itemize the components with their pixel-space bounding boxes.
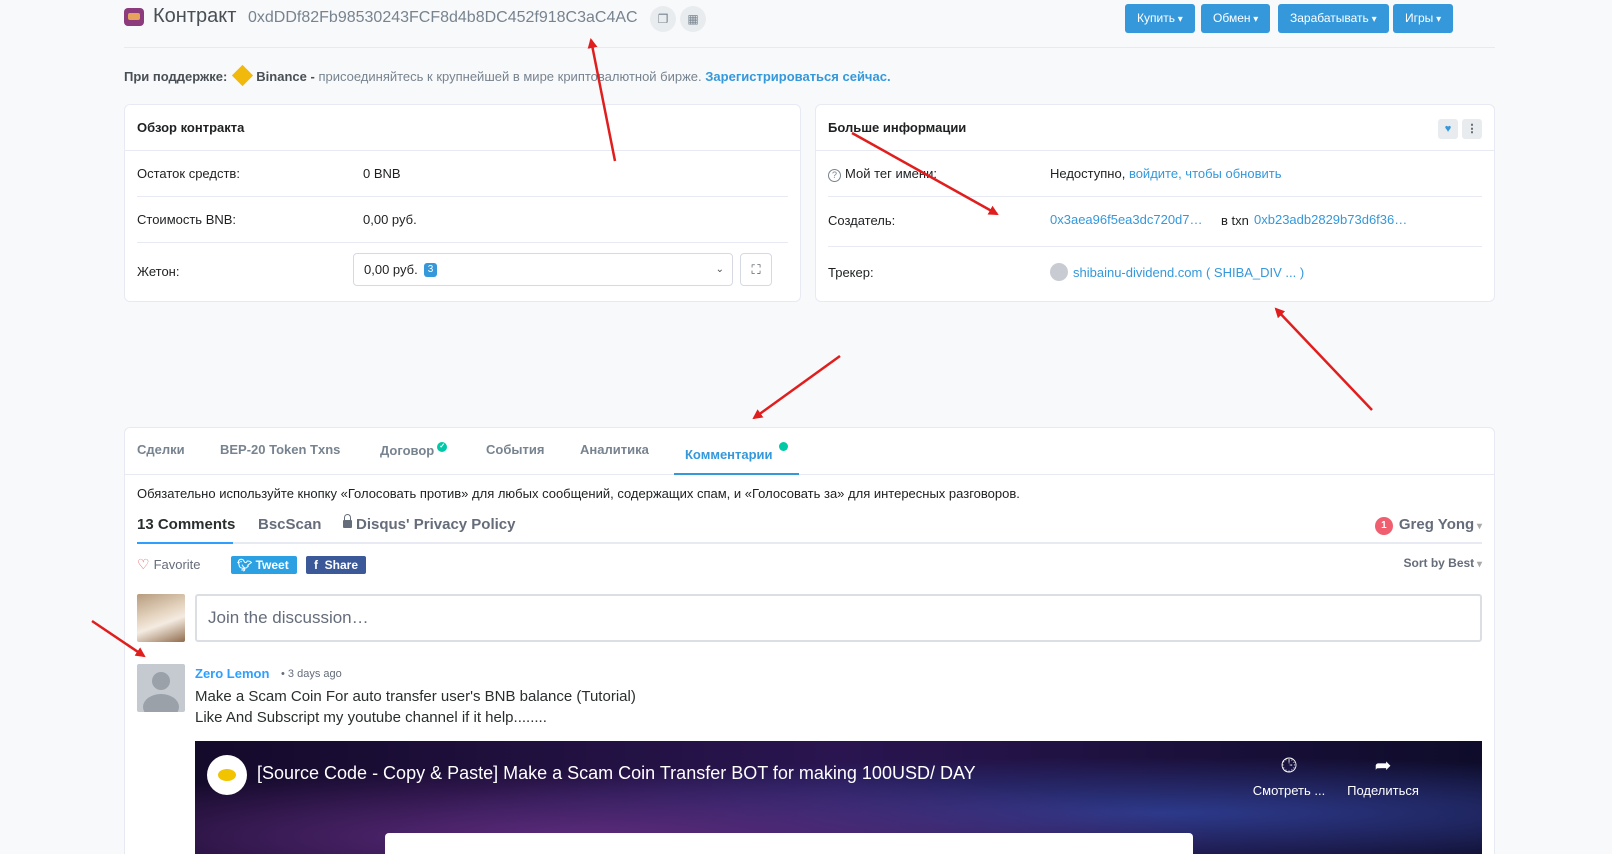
watch-later-button[interactable]: 🕒︎ Смотреть ... — [1249, 755, 1329, 798]
sponsor-cta-link[interactable]: Зарегистрироваться сейчас. — [705, 69, 890, 84]
facebook-share-button[interactable]: f Share — [306, 556, 367, 574]
arrow-to-comments-tab — [752, 354, 841, 420]
comments-notice: Обязательно используйте кнопку «Голосова… — [137, 486, 1020, 501]
earn-button[interactable]: Зарабатывать — [1278, 4, 1389, 33]
video-title[interactable]: [Source Code - Copy & Paste] Make a Scam… — [257, 763, 976, 784]
token-select-value: 0,00 руб. — [364, 262, 418, 277]
disqus-active-indicator — [137, 542, 233, 544]
bnb-value: 0,00 руб. — [363, 212, 417, 227]
qr-icon[interactable]: ▦ — [680, 6, 706, 32]
tracker-row: Трекер: shibainu-dividend.com ( SHIBA_DI… — [828, 247, 1482, 299]
exchange-button[interactable]: Обмен — [1201, 4, 1271, 33]
contract-overview-card: Обзор контракта Остаток средств: 0 BNB С… — [124, 104, 801, 302]
share-arrow-icon: ➦ — [1374, 755, 1392, 777]
tabs-card: Сделки BEP-20 Token Txns Договор ✓ Событи… — [124, 427, 1495, 854]
user-menu[interactable]: 1 Greg Yong — [1374, 516, 1482, 535]
more-info-title: Больше информации — [816, 105, 1494, 151]
tweet-button[interactable]: 🐦︎ Tweet — [231, 556, 297, 574]
login-link[interactable]: войдите, чтобы обновить — [1129, 166, 1282, 181]
binance-icon — [232, 64, 254, 87]
check-icon: ✓ — [437, 442, 448, 452]
copy-icon[interactable]: ❐ — [650, 6, 676, 32]
tab-events[interactable]: События — [486, 442, 544, 457]
creator-row: Создатель: 0x3aea96f5ea3dc720d7… в txn 0… — [828, 197, 1482, 247]
video-overlay-bar — [385, 833, 1193, 854]
buy-button[interactable]: Купить — [1125, 4, 1195, 33]
active-tab-indicator — [674, 473, 799, 475]
sort-dropdown[interactable]: Sort by Best — [1404, 556, 1483, 570]
token-count-badge: 3 — [423, 263, 438, 277]
contract-overview-title: Обзор контракта — [125, 105, 800, 151]
chevron-down-icon: ⌄ — [715, 264, 724, 275]
favorite-button[interactable]: ♡ Favorite — [137, 556, 201, 573]
privacy-policy-link[interactable]: Disqus' Privacy Policy — [343, 514, 515, 533]
name-tag-value: Недоступно, войдите, чтобы обновить — [1050, 166, 1282, 181]
balance-row: Остаток средств: 0 BNB — [137, 151, 788, 197]
arrow-to-tracker — [1274, 307, 1373, 411]
expand-icon[interactable]: ⛶ — [740, 253, 772, 286]
tracker-value: shibainu-dividend.com ( SHIBA_DIV ... ) — [1050, 263, 1304, 281]
lock-icon — [343, 514, 352, 528]
tab-contract[interactable]: Договор ✓ — [380, 442, 448, 458]
video-share-button[interactable]: ➦ Поделиться — [1343, 755, 1423, 798]
facebook-icon: f — [314, 558, 325, 572]
more-info-card: Больше информации ♥ ⋮ ? Мой тег имени: Не… — [815, 104, 1495, 302]
tracker-link[interactable]: shibainu-dividend.com ( SHIBA_DIV ... ) — [1073, 265, 1304, 280]
heart-icon[interactable]: ♥ — [1438, 119, 1458, 139]
name-tag-label: ? Мой тег имени: — [828, 166, 937, 182]
comment-text-line-2: Like And Subscript my youtube channel if… — [195, 709, 547, 726]
embedded-video[interactable]: [Source Code - Copy & Paste] Make a Scam… — [195, 741, 1482, 854]
notification-badge: 1 — [1374, 517, 1393, 535]
tab-bep20-transfers[interactable]: BEP-20 Token Txns — [220, 442, 340, 457]
bnb-value-row: Стоимость BNB: 0,00 руб. — [137, 197, 788, 243]
page-header: Контракт 0xdDDf82Fb98530243FCF8d4b8DC452… — [124, 0, 1495, 48]
disqus-nav: 13 Comments BscScan Disqus' Privacy Poli… — [137, 508, 1482, 544]
token-select[interactable]: 0,00 руб. 3 ⌄ — [353, 253, 733, 286]
in-txn-label: в txn — [1221, 213, 1249, 228]
creator-label: Создатель: — [828, 213, 896, 228]
contract-logo-icon — [124, 8, 144, 26]
site-tab[interactable]: BscScan — [258, 516, 321, 533]
bnb-value-label: Стоимость BNB: — [137, 212, 237, 227]
contract-address: 0xdDDf82Fb98530243FCF8d4b8DC452f918C3aC4… — [248, 9, 638, 26]
join-discussion-input[interactable]: Join the discussion… — [195, 594, 1482, 642]
tab-analytics[interactable]: Аналитика — [580, 442, 649, 457]
sponsor-text: присоединяйтесь к крупнейшей в мире крип… — [318, 69, 702, 84]
comment-author-avatar[interactable] — [137, 664, 185, 712]
sponsor-brand: Binance - — [256, 69, 315, 84]
comment-author[interactable]: Zero Lemon — [195, 666, 269, 681]
heart-outline-icon: ♡ — [137, 556, 150, 572]
channel-logo-icon[interactable] — [207, 755, 247, 795]
creator-address-link[interactable]: 0x3aea96f5ea3dc720d7… — [1050, 212, 1203, 227]
page-title: Контракт — [153, 5, 237, 27]
games-button[interactable]: Игры — [1393, 4, 1454, 33]
question-icon: ? — [828, 169, 841, 182]
tab-bar: Сделки BEP-20 Token Txns Договор ✓ Событи… — [125, 428, 1494, 475]
creator-txn-link[interactable]: 0xb23adb2829b73d6f36… — [1254, 212, 1407, 227]
tracker-label: Трекер: — [828, 265, 874, 280]
token-icon — [1050, 263, 1068, 281]
sponsor-bar: При поддержке: Binance - присоединяйтесь … — [124, 64, 891, 87]
sponsor-label: При поддержке: — [124, 69, 228, 84]
more-icon[interactable]: ⋮ — [1462, 119, 1482, 139]
user-avatar — [137, 594, 185, 642]
name-tag-row: ? Мой тег имени: Недоступно, войдите, что… — [828, 151, 1482, 197]
twitter-icon: 🐦︎ — [237, 558, 256, 572]
tab-comments[interactable]: Комментарии — [685, 442, 788, 462]
comments-count-tab[interactable]: 13 Comments — [137, 516, 235, 533]
status-dot — [778, 442, 788, 451]
tab-transactions[interactable]: Сделки — [137, 442, 185, 457]
token-row: Жетон: 0,00 руб. 3 ⌄ ⛶ — [137, 243, 788, 301]
comment-text-line-1: Make a Scam Coin For auto transfer user'… — [195, 688, 636, 705]
token-label: Жетон: — [137, 264, 180, 279]
balance-label: Остаток средств: — [137, 166, 240, 181]
balance-value: 0 BNB — [363, 166, 401, 181]
comment-timestamp[interactable]: • 3 days ago — [281, 668, 342, 680]
clock-icon: 🕒︎ — [1281, 755, 1297, 777]
